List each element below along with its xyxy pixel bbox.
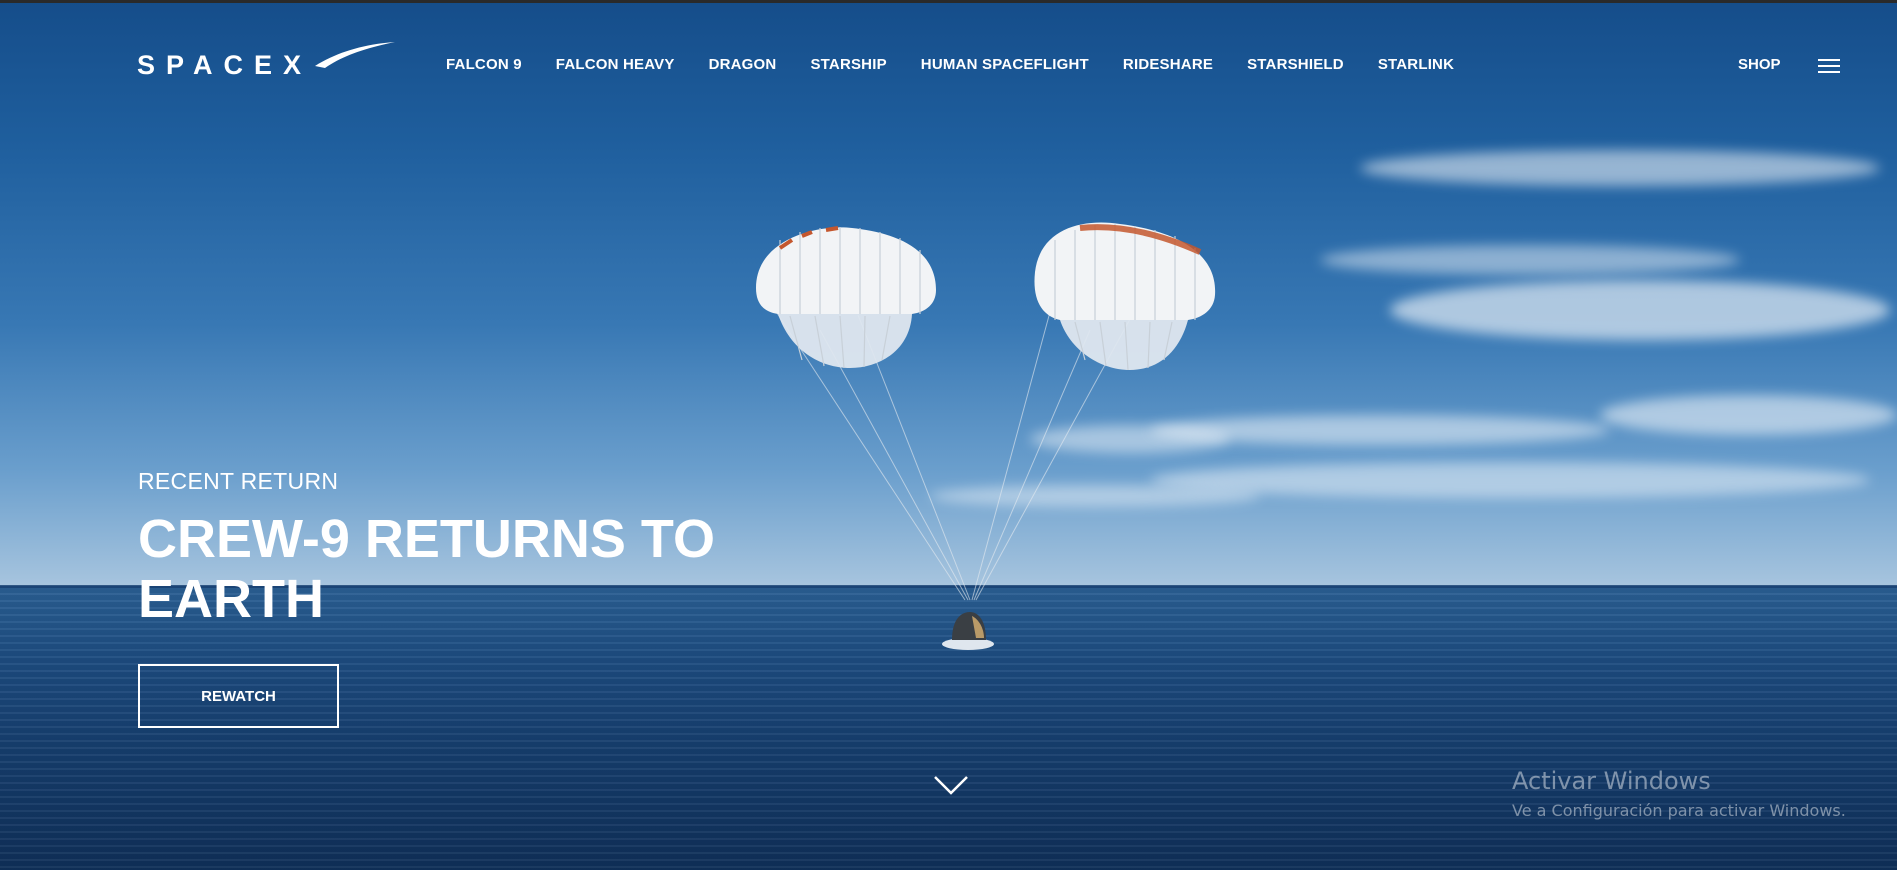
rewatch-button[interactable]: REWATCH bbox=[138, 664, 339, 728]
shop-link[interactable]: SHOP bbox=[1738, 56, 1781, 73]
hero-section: RECENT RETURN CREW-9 RETURNS TO EARTH bbox=[138, 468, 758, 629]
hero-eyebrow: RECENT RETURN bbox=[138, 468, 339, 494]
site-header: SPACEX FALCON 9 FALCON HEAVY DRAGON STAR… bbox=[0, 0, 1897, 120]
cloud bbox=[1390, 280, 1890, 340]
dragon-capsule bbox=[942, 612, 994, 650]
cloud bbox=[1320, 245, 1740, 275]
nav-starshield[interactable]: STARSHIELD bbox=[1247, 56, 1344, 73]
windows-activation-watermark: Activar Windows Ve a Configuración para … bbox=[1512, 767, 1846, 820]
nav-starship[interactable]: STARSHIP bbox=[810, 56, 886, 73]
nav-falcon-9[interactable]: FALCON 9 bbox=[446, 56, 522, 73]
cloud bbox=[1600, 395, 1897, 435]
nav-starlink[interactable]: STARLINK bbox=[1378, 56, 1454, 73]
spacex-logo[interactable]: SPACEX bbox=[137, 40, 397, 80]
cloud bbox=[1360, 150, 1880, 186]
nav-falcon-heavy[interactable]: FALCON HEAVY bbox=[556, 56, 675, 73]
chevron-down-icon[interactable] bbox=[933, 774, 969, 796]
hero-headline: CREW-9 RETURNS TO EARTH bbox=[138, 509, 715, 629]
right-parachute bbox=[1034, 222, 1216, 371]
nav-rideshare[interactable]: RIDESHARE bbox=[1123, 56, 1213, 73]
spacex-homepage: SPACEX FALCON 9 FALCON HEAVY DRAGON STAR… bbox=[0, 0, 1897, 870]
cloud bbox=[1150, 462, 1870, 498]
nav-human-spaceflight[interactable]: HUMAN SPACEFLIGHT bbox=[921, 56, 1089, 73]
nav-dragon[interactable]: DRAGON bbox=[709, 56, 777, 73]
svg-text:SPACEX: SPACEX bbox=[137, 50, 312, 80]
watermark-subtitle: Ve a Configuración para activar Windows. bbox=[1512, 801, 1846, 820]
parachutes-and-capsule-image bbox=[756, 222, 1216, 650]
left-parachute bbox=[756, 226, 936, 369]
main-nav: FALCON 9 FALCON HEAVY DRAGON STARSHIP HU… bbox=[446, 56, 1488, 73]
watermark-title: Activar Windows bbox=[1512, 767, 1711, 795]
hamburger-menu-icon[interactable] bbox=[1818, 59, 1840, 75]
